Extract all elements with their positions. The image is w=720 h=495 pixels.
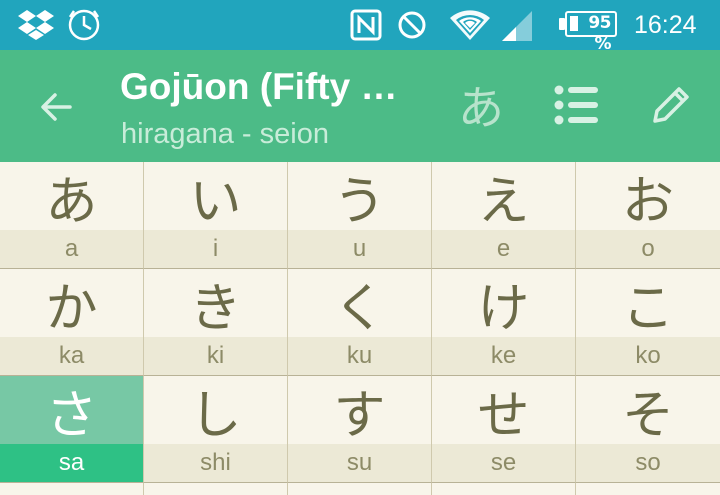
romaji-label: o: [576, 230, 720, 268]
kana-cell[interactable]: えe: [432, 162, 576, 269]
list-button[interactable]: [547, 72, 607, 138]
kana-cell-partial[interactable]: [144, 483, 288, 495]
kana-character: そ: [621, 385, 674, 446]
kana-character: さ: [45, 385, 98, 446]
romaji-label: ko: [576, 337, 720, 375]
list-icon: [554, 85, 598, 125]
kana-cell[interactable]: く ku: [288, 269, 432, 376]
romaji-label: ku: [288, 337, 431, 375]
clock-sync-icon: [66, 0, 102, 50]
kana-character: く: [333, 278, 386, 339]
kana-cell[interactable]: き ki: [144, 269, 288, 376]
kana-character: お: [621, 171, 674, 232]
kana-character: け: [477, 278, 530, 339]
romaji-label: ka: [0, 337, 143, 375]
kana-cell[interactable]: さ sa: [0, 376, 144, 483]
kana-cell[interactable]: うu: [288, 162, 432, 269]
romaji-label: ki: [144, 337, 287, 375]
do-not-disturb-icon: [396, 0, 428, 50]
kana-character: う: [333, 171, 386, 232]
back-arrow-icon: [41, 93, 72, 121]
kana-cell-partial[interactable]: [288, 483, 432, 495]
edit-button[interactable]: [641, 72, 701, 138]
romaji-label: se: [432, 444, 575, 482]
romaji-label: su: [288, 444, 431, 482]
romaji-label: e: [432, 230, 575, 268]
kana-cell[interactable]: せ se: [432, 376, 576, 483]
kana-cell[interactable]: か ka: [0, 269, 144, 376]
kana-cell-partial[interactable]: [0, 483, 144, 495]
app-bar: Gojūon (Fifty Sounds) hiragana - seion あ: [0, 50, 720, 162]
status-time: 16:24: [634, 11, 697, 39]
kana-cell[interactable]: け ke: [432, 269, 576, 376]
romaji-label: ke: [432, 337, 575, 375]
page-title: Gojūon (Fifty Sounds): [120, 66, 420, 107]
kana-cell[interactable]: す su: [288, 376, 432, 483]
signal-icon: [502, 0, 532, 50]
romaji-label: shi: [144, 444, 287, 482]
romaji-label: sa: [0, 444, 143, 482]
pencil-icon: [653, 87, 689, 123]
kana-character: え: [477, 171, 530, 232]
kana-cell[interactable]: いi: [144, 162, 288, 269]
kana-cell[interactable]: おo: [576, 162, 720, 269]
romaji-label: i: [144, 230, 287, 268]
hiragana-toggle-label: あ: [458, 81, 504, 135]
kana-cell-partial[interactable]: [576, 483, 720, 495]
kana-character: あ: [45, 171, 98, 232]
kana-cell[interactable]: そ so: [576, 376, 720, 483]
wifi-icon: [450, 0, 490, 50]
kana-cell[interactable]: こ ko: [576, 269, 720, 376]
battery-indicator: 95 %: [559, 11, 617, 54]
kana-character: き: [189, 278, 242, 339]
kana-grid: あ a い i う u え e お o か ka き ki く ku け ke こ ko さ sa し shi す su せ se そ s…: [0, 162, 720, 495]
script-toggle-button[interactable]: あ: [451, 72, 511, 138]
kana-cell[interactable]: し shi: [144, 376, 288, 483]
status-bar: 95 % 16:24: [0, 0, 720, 54]
romaji-label: u: [288, 230, 431, 268]
kana-character: い: [189, 171, 242, 232]
kana-character: か: [45, 278, 98, 339]
romaji-label: so: [576, 444, 720, 482]
kana-character: す: [333, 385, 386, 446]
romaji-label: a: [0, 230, 143, 268]
dropbox-icon: [18, 0, 54, 50]
page-subtitle: hiragana - seion: [121, 118, 329, 150]
kana-character: せ: [477, 385, 530, 446]
kana-cell[interactable]: あa: [0, 162, 144, 269]
back-button[interactable]: [24, 80, 88, 134]
kana-cell-partial[interactable]: [432, 483, 576, 495]
kana-character: こ: [621, 278, 674, 339]
nfc-icon: [350, 0, 382, 50]
kana-character: し: [189, 385, 242, 446]
